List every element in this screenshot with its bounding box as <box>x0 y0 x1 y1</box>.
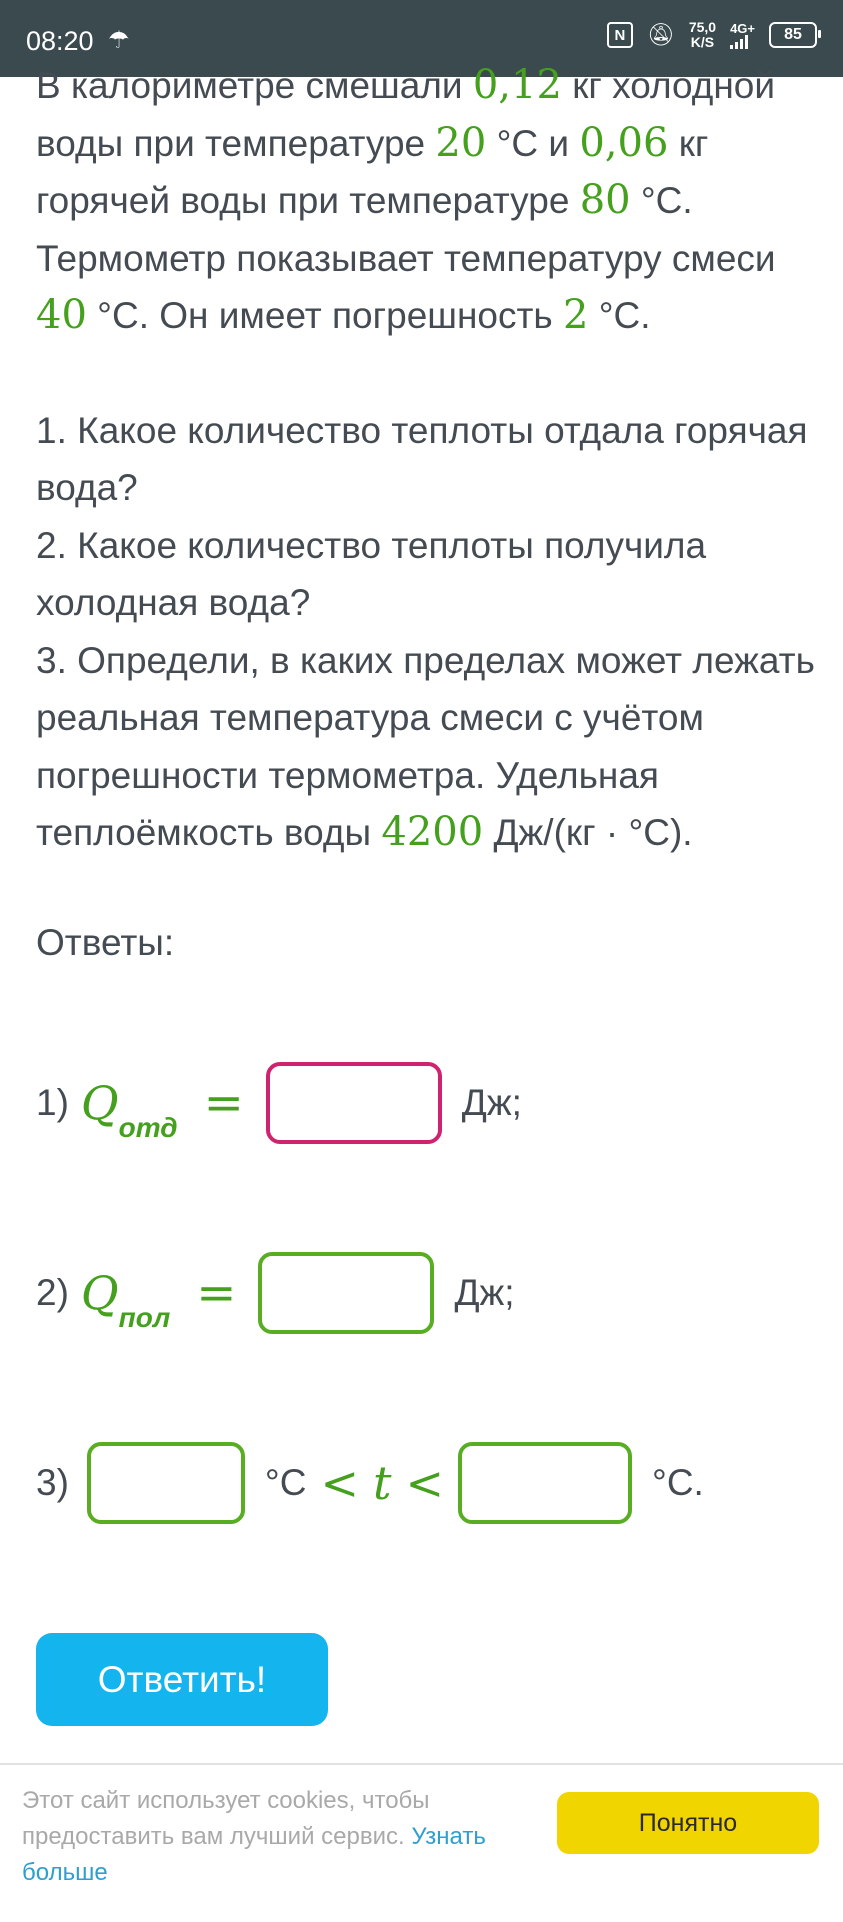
q-symbol: Qпол <box>80 1266 171 1333</box>
clock: 08:20 <box>26 26 94 56</box>
answer-input-3-min[interactable] <box>86 1442 245 1524</box>
answer-row-1: 1) Qотд = Дж; <box>36 1062 522 1144</box>
answer-input-1[interactable] <box>265 1062 442 1144</box>
answer-row-3: 3) °C < t < °C. <box>36 1442 704 1524</box>
cookie-banner: Этот сайт использует cookies, чтобы пред… <box>0 1763 843 1922</box>
umbrella-icon: ☂ <box>108 27 130 54</box>
network-indicator: 4G+ <box>730 22 755 49</box>
cookie-accept-button[interactable]: Понятно <box>557 1792 819 1854</box>
answer-input-3-max[interactable] <box>458 1442 633 1524</box>
question-2: 2. Какое количество теплоты получила хол… <box>36 524 707 624</box>
answer-row-2: 2) Qпол = Дж; <box>36 1252 515 1334</box>
network-speed: 75,0 K/S <box>688 19 717 50</box>
question-3: 3. Определи, в каких пределах может лежа… <box>36 639 815 856</box>
problem-statement: В калориметре смешали 0,12 кг холодной в… <box>36 62 776 338</box>
status-icons: N 🔕︎ 75,0 K/S 4G+ 85 <box>606 19 821 50</box>
cookie-text: Этот сайт использует cookies, чтобы пред… <box>22 1787 486 1886</box>
submit-button[interactable]: Ответить! <box>36 1633 328 1726</box>
problem-text: В калориметре смешали 0,12 кг холодной в… <box>36 57 816 862</box>
battery-icon: 85 <box>769 22 821 48</box>
q-symbol: Qотд <box>80 1076 178 1143</box>
answer-input-2[interactable] <box>258 1252 435 1334</box>
nfc-icon: N <box>606 22 633 48</box>
signal-icon <box>730 34 749 49</box>
question-1: 1. Какое количество теплоты отдала горяч… <box>36 409 808 509</box>
mute-bell-icon: 🔕︎ <box>646 22 675 47</box>
answers-title: Ответы: <box>36 922 175 963</box>
